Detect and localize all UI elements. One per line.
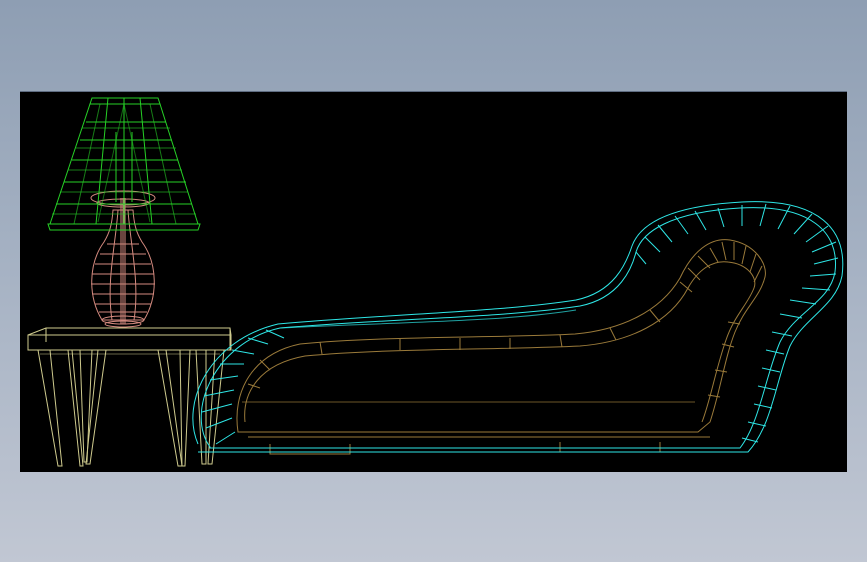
chaise-inner-wireframe — [236, 239, 766, 455]
side-table-wireframe — [27, 327, 232, 467]
cad-viewport[interactable] — [20, 91, 847, 472]
wireframe-scene — [27, 97, 844, 467]
chaise-outer-wireframe — [192, 201, 844, 453]
lampshade-wireframe — [47, 97, 201, 231]
